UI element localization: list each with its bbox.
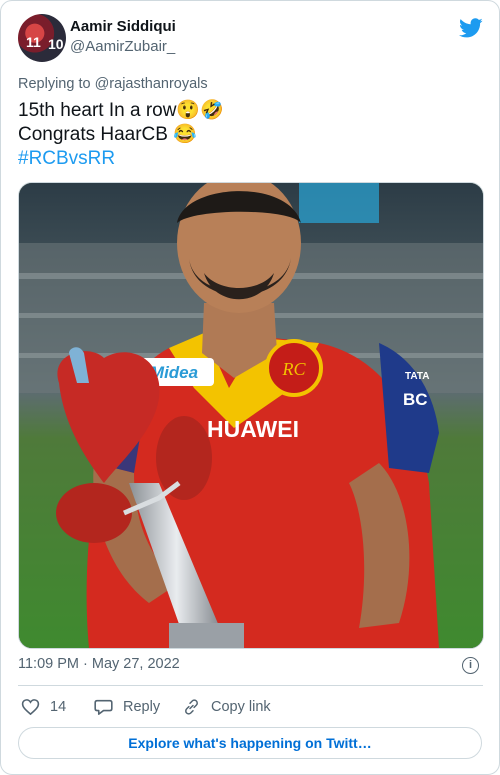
tweet-timestamp[interactable]: 11:09 PM · May 27, 2022 [18,656,180,672]
replying-to-prefix: Replying to [18,76,91,92]
divider [18,685,483,686]
heart-icon [21,699,40,716]
tweet-text-line: 15th heart In a row😲🤣 [18,100,224,121]
sleeve-sponsor: TATA [405,371,429,382]
sleeve-sponsor-2: BC [403,390,428,409]
copy-link-label: Copy link [211,699,271,715]
photo-illustration: Midea HUAWEI RC TATA BC [19,183,483,648]
jersey-sponsor-huawei: HUAWEI [207,416,299,442]
replying-to-link[interactable]: @rajasthanroyals [95,76,208,92]
tweet-text-line: Congrats HaarCB 😂 [18,124,197,145]
hashtag-link[interactable]: #RCBvsRR [18,147,224,171]
reply-label: Reply [123,699,161,715]
author-handle[interactable]: @AamirZubair_ [70,38,175,55]
tweet-photo[interactable]: Midea HUAWEI RC TATA BC [18,182,484,649]
tweet-text: 15th heart In a row😲🤣 Congrats HaarCB 😂 … [18,99,224,171]
avatar[interactable]: 11 10 [18,14,66,62]
link-icon [185,699,198,715]
jersey-badge: RC [281,359,306,379]
avatar-jersey-number: 11 [26,34,41,50]
avatar-jersey-number: 10 [48,36,64,52]
tweet-card: 11 10 Aamir Siddiqui @AamirZubair_ Reply… [0,0,500,775]
replying-to: Replying to @rajasthanroyals [18,76,208,92]
reply-button[interactable]: Reply [94,698,160,716]
twitter-bird-icon[interactable] [459,16,483,40]
info-icon[interactable]: i [462,657,479,674]
speech-bubble-icon [94,699,113,715]
like-count: 14 [50,699,67,715]
like-button[interactable]: 14 [21,698,66,716]
copy-link-button[interactable]: Copy link [182,698,271,716]
author-name[interactable]: Aamir Siddiqui [70,18,176,35]
explore-button[interactable]: Explore what's happening on Twitt… [18,727,482,759]
